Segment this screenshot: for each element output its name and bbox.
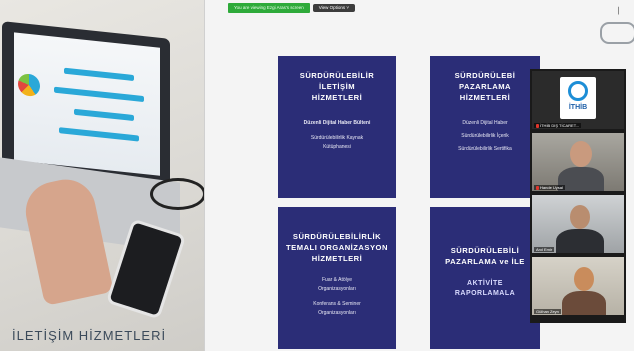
card-item: Organizasyonları (318, 286, 356, 292)
view-options-button[interactable]: View Options ˅ (312, 4, 356, 12)
office-desk-photo: İLETİŞİM HİZMETLERİ (0, 0, 204, 351)
slide-divider (204, 0, 205, 351)
card-accent-text: AKTİVİTE RAPORLAMALA (454, 280, 516, 297)
participant-tile[interactable]: Hande Uysal (532, 133, 624, 191)
participants-panel: İTHİB İTHİB DIŞ TİCARET... Hande Uysal A… (530, 69, 626, 323)
participant-name: Gülhan Zeyn (534, 309, 561, 314)
card-title: SÜRDÜRÜLEBİLİ PAZARLAMA ve İLE (445, 246, 525, 266)
dashboard-bar (54, 86, 144, 103)
mic-muted-icon (536, 123, 539, 128)
card-title: SÜRDÜRÜLEBİ PAZARLAMA HİZMETLERİ (454, 71, 516, 102)
service-card-organization: SÜRDÜRÜLEBİLİRLİK TEMALI ORGANİZASYON Hİ… (278, 207, 396, 349)
card-title: SÜRDÜRÜLEBİLİRLİK TEMALI ORGANİZASYON Hİ… (286, 232, 388, 263)
pie-chart-icon (18, 72, 40, 98)
participant-video (574, 267, 594, 291)
dashboard-bar (74, 108, 134, 122)
participant-video (570, 205, 590, 229)
participant-tile[interactable]: Gülhan Zeyn (532, 257, 624, 315)
participant-name: Anıl Emir (534, 247, 555, 252)
card-item: Konferans & Seminer (313, 301, 361, 307)
card-item: Sürdürülebilirlik Sertifika (458, 146, 512, 152)
service-card-marketing: SÜRDÜRÜLEBİ PAZARLAMA HİZMETLERİ Düzenli… (430, 56, 540, 198)
participant-tile[interactable]: Anıl Emir (532, 195, 624, 253)
card-item: Sürdürülebilirlik Kaynak (310, 135, 364, 141)
card-item: Kütüphanesi (323, 144, 351, 150)
dashboard-bar (64, 67, 134, 82)
brand-mark-glyph: 〡 (614, 6, 624, 16)
screen-share-status: You are viewing Ezgi Aras's screen (228, 3, 310, 13)
participant-name: İTHİB DIŞ TİCARET... (534, 123, 582, 128)
mic-muted-icon (536, 185, 539, 190)
participant-name: Hande Uysal (534, 185, 565, 190)
brand-logo-icon (600, 22, 634, 44)
service-card-reporting: SÜRDÜRÜLEBİLİ PAZARLAMA ve İLE AKTİVİTE … (430, 207, 540, 349)
participant-tile[interactable]: İTHİB İTHİB DIŞ TİCARET... (532, 71, 624, 129)
card-item: Organizasyonları (318, 310, 356, 316)
card-title: SÜRDÜRÜLEBİLİR İLETİŞİM HİZMETLERİ (299, 71, 375, 102)
card-item: Fuar & Atölye (321, 277, 352, 283)
laptop-dashboard-display (14, 32, 160, 176)
screen-share-bar: You are viewing Ezgi Aras's screen View … (228, 3, 356, 13)
card-item: Düzenli Dijital Haber Bülteni (303, 120, 371, 126)
card-item: Düzenli Dijital Haber (462, 120, 508, 126)
photo-caption: İLETİŞİM HİZMETLERİ (12, 328, 167, 343)
eyeglasses-image (150, 178, 204, 210)
ithib-logo-icon: İTHİB (560, 77, 596, 119)
participant-video (570, 141, 592, 167)
card-item: Sürdürülebilirlik İçerik (461, 133, 509, 139)
dashboard-bar (59, 127, 139, 142)
service-card-communication: SÜRDÜRÜLEBİLİR İLETİŞİM HİZMETLERİ Düzen… (278, 56, 396, 198)
